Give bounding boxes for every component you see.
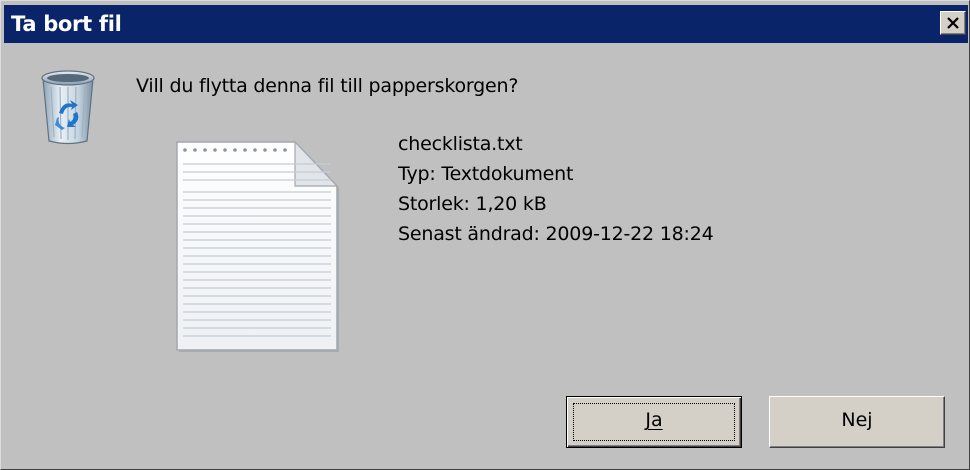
yes-button[interactable]: Ja (566, 396, 742, 448)
close-button[interactable] (940, 11, 966, 35)
no-button[interactable]: Nej (769, 396, 945, 448)
delete-file-dialog: Ta bort fil Vill du flytta denna fil til… (0, 0, 970, 470)
close-icon (947, 17, 959, 29)
no-button-label: Nej (841, 409, 873, 431)
file-type: Typ: Textdokument (398, 163, 574, 185)
title-bar[interactable]: Ta bort fil (4, 5, 968, 43)
file-name: checklista.txt (398, 133, 523, 155)
file-details: checklista.txt Typ: Textdokument Storlek… (398, 129, 714, 249)
file-size: Storlek: 1,20 kB (398, 193, 547, 215)
text-document-icon (176, 140, 339, 352)
file-modified: Senast ändrad: 2009-12-22 18:24 (398, 223, 714, 245)
yes-button-label: Ja (645, 409, 663, 431)
recycle-bin-icon (41, 70, 95, 145)
dialog-title: Ta bort fil (11, 12, 122, 36)
confirmation-question: Vill du flytta denna fil till papperskor… (136, 75, 519, 97)
